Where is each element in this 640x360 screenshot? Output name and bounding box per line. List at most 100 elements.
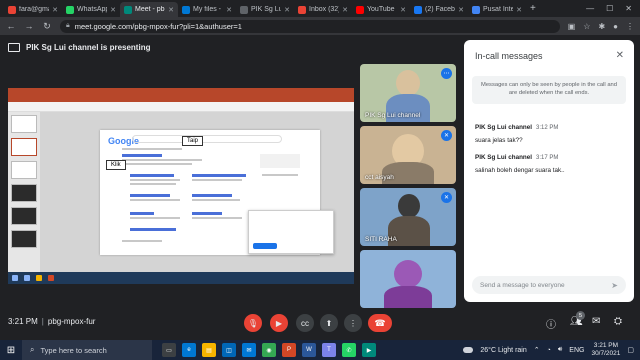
tab-close-icon[interactable]: ✕ [110,6,116,14]
tab-close-icon[interactable]: ✕ [516,6,522,14]
chat-icon[interactable]: ✉ [592,316,600,327]
notifications-icon[interactable]: ▢ [627,346,634,354]
whatsapp-icon[interactable]: ✆ [342,343,356,357]
extensions-icon[interactable]: ✱ [598,22,605,31]
mail-icon[interactable]: ✉ [242,343,256,357]
participant-name: cct aisyah [365,174,394,181]
shared-taskbar [8,272,354,284]
weather-text[interactable]: 26°C Light rain [480,347,526,354]
network-icon[interactable]: ◔ [547,347,551,354]
store-icon[interactable]: ◫ [222,343,236,357]
slide-thumbnail [11,207,37,225]
tray-chevron-icon[interactable]: ⌃ [534,346,540,354]
meet-controls-bar: 3:21 PM | pbg-mpox-fur 🎙︎ ▶ cc ⬆ ⋮ ☎ ⓘ 👥… [0,308,640,338]
activities-icon[interactable]: ⛭ [614,316,622,327]
edge-icon[interactable]: e [182,343,196,357]
camera-off-icon: ▶ [275,318,283,328]
address-bar-actions: ▣ ☆ ✱ ● ⋮ [568,22,634,31]
bookmark-star-icon[interactable]: ☆ [583,22,590,31]
tab-close-icon[interactable]: ✕ [168,6,174,14]
clock-time: 3:21 PM [593,342,619,349]
forward-icon[interactable]: → [24,21,34,31]
tab-close-icon[interactable]: ✕ [226,6,232,14]
mic-off-icon: 🎙︎ [247,318,259,328]
meeting-info: 3:21 PM | pbg-mpox-fur [8,317,96,326]
window-controls: — ☐ ✕ [586,4,640,13]
browser-tab[interactable]: WhatsApp ✕ [62,2,120,17]
windows-start-icon[interactable]: ⊞ [0,340,22,360]
reload-icon[interactable]: ↻ [42,21,52,32]
more-options-button[interactable]: ⋮ [344,314,362,332]
tab-close-icon[interactable]: ✕ [400,6,406,14]
file-explorer-icon[interactable]: ▤ [202,343,216,357]
browser-tab[interactable]: Inbox (32) ✕ [294,2,352,17]
browser-tab[interactable]: YouTube ✕ [352,2,410,17]
camera-toggle-button[interactable]: ▶ [270,314,288,332]
present-now-button[interactable]: ⬆ [320,314,338,332]
browser-tab[interactable]: fara@gmail.com✕ [4,2,62,17]
tab-close-icon[interactable]: ✕ [342,6,348,14]
tab-close-icon[interactable]: ✕ [458,6,464,14]
presenting-text: PIK Sg Lui channel is presenting [26,42,151,52]
search-icon: ⌕ [30,345,35,354]
participant-name: SITI RAHA [365,236,397,243]
tab-close-icon[interactable]: ✕ [52,6,58,14]
participant-tile[interactable] [360,250,456,308]
tab-favicon-icon [66,5,74,14]
minimize-icon[interactable]: — [586,4,594,13]
browser-tab-active[interactable]: Meet - pbg-mpox-fur✕ [120,2,178,17]
hang-up-icon: ☎ [374,317,386,328]
close-window-icon[interactable]: ✕ [625,4,632,13]
chat-message: PIK Sg Lui channel 3:12 PM suara jelas ta… [475,116,625,144]
meet-icon[interactable]: ▶ [362,343,376,357]
taskbar-search-input[interactable] [40,345,141,355]
browser-tab[interactable]: PIK Sg Lui ✕ [236,2,294,17]
captions-button[interactable]: cc [296,314,314,332]
message-time: 3:12 PM [536,125,559,131]
chat-message-input[interactable] [480,281,612,289]
message-text: salinah boleh dengar suara tak.. [475,167,565,174]
message-sender: PIK Sg Lui channel [475,124,533,131]
slide-thumbnail-selected [11,138,37,156]
profile-avatar-icon[interactable]: ● [613,22,618,31]
browser-tab[interactable]: (2) Facebook✕ [410,2,468,17]
message-text: suara jelas tak?? [475,137,523,144]
task-view-icon[interactable]: ▭ [162,343,176,357]
close-icon[interactable]: ✕ [616,50,624,61]
meeting-details-icon[interactable]: ⓘ [546,316,556,331]
browser-tab[interactable]: Pusat Internet✕ [468,2,526,17]
new-tab-icon[interactable]: + [530,3,536,14]
speaking-indicator-icon: ⋯ [441,68,452,79]
language-indicator[interactable]: ENG [569,347,584,354]
tab-favicon-icon [356,5,364,14]
word-icon[interactable]: W [302,343,316,357]
taskbar-search[interactable]: ⌕ [22,340,152,360]
lock-icon: 🔒︎ [66,22,70,29]
chrome-icon[interactable]: ◉ [262,343,276,357]
slide-thumbnail [11,230,37,248]
message-sender: PIK Sg Lui channel [475,154,533,161]
participant-tile[interactable]: ✕ SITI RAHA [360,188,456,246]
tab-close-icon[interactable]: ✕ [284,6,290,14]
meet-share-popup [248,210,334,254]
tab-favicon-icon [182,5,190,14]
participant-tile[interactable]: ⋯ PIK Sg Lui channel [360,64,456,122]
teams-icon[interactable]: T [322,343,336,357]
chat-input-box[interactable]: ➤ [472,276,626,294]
back-icon[interactable]: ← [6,21,16,31]
send-icon[interactable]: ➤ [611,281,618,290]
address-bar: ← → ↻ 🔒︎ meet.google.com/pbg-mpox-fur?pl… [0,17,640,35]
mic-toggle-button[interactable]: 🎙︎ [244,314,262,332]
camera-permission-icon[interactable]: ▣ [568,22,576,31]
url-field[interactable]: 🔒︎ meet.google.com/pbg-mpox-fur?pli=1&au… [60,19,560,33]
browser-menu-icon[interactable]: ⋮ [626,22,634,31]
powerpoint-icon[interactable]: P [282,343,296,357]
volume-icon[interactable]: 🔊︎ [558,346,562,354]
participant-name: PIK Sg Lui channel [365,112,421,119]
system-clock[interactable]: 3:21 PM 30/7/2021 [591,342,620,358]
participant-tile[interactable]: ✕ cct aisyah [360,126,456,184]
leave-call-button[interactable]: ☎ [368,314,392,332]
presenting-banner: PIK Sg Lui channel is presenting [0,35,464,59]
maximize-icon[interactable]: ☐ [606,4,613,13]
browser-tab[interactable]: My files - OneDrive✕ [178,2,236,17]
